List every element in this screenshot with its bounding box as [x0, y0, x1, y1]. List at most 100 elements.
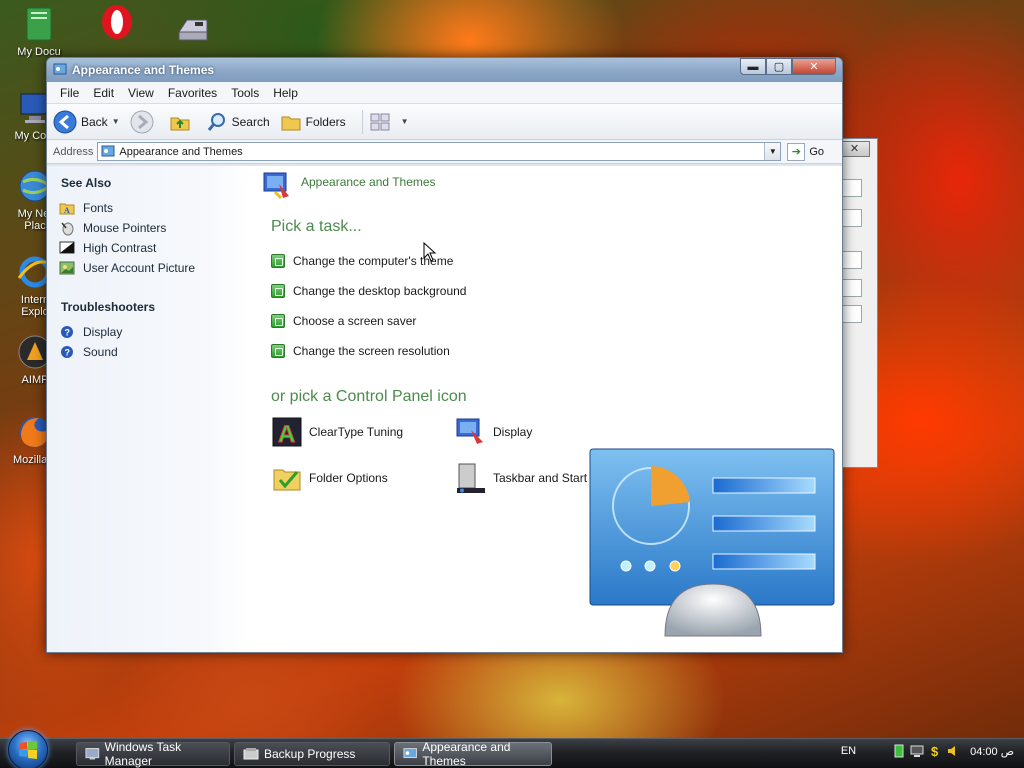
see-also-heading: See Also	[61, 176, 112, 190]
help-icon: ?	[59, 324, 75, 340]
system-tray: EN $ 04:00 ص	[841, 744, 1014, 758]
taskbar-button-appearance-themes[interactable]: Appearance and Themes	[394, 739, 552, 768]
see-also-user-account-picture[interactable]: User Account Picture	[59, 258, 249, 278]
clock[interactable]: 04:00 ص	[970, 745, 1014, 758]
svg-text:$: $	[931, 744, 939, 758]
dollar-sign-icon[interactable]: $	[928, 744, 942, 758]
battery-icon[interactable]	[892, 744, 906, 758]
window-title: Appearance and Themes	[72, 63, 215, 77]
troubleshooters-heading: Troubleshooters	[61, 300, 156, 314]
see-also-label: High Contrast	[83, 241, 157, 255]
task-change-background[interactable]: Change the desktop background	[271, 276, 842, 306]
see-also-mouse-pointers[interactable]: Mouse Pointers	[59, 218, 249, 238]
user-picture-icon	[59, 260, 75, 276]
taskbar-button-label: Appearance and Themes	[422, 739, 511, 768]
task-manager-icon	[85, 747, 100, 759]
troubleshooter-label: Sound	[83, 345, 118, 359]
close-icon[interactable]: ✕	[840, 141, 870, 157]
back-arrow-icon	[53, 110, 77, 133]
cp-icon-folder-options[interactable]: Folder Options	[271, 462, 455, 494]
folder-icon	[281, 116, 301, 130]
see-also-fonts[interactable]: A Fonts	[59, 198, 249, 218]
see-also-label: User Account Picture	[83, 261, 196, 275]
views-icon	[370, 113, 390, 130]
back-label: Back	[81, 114, 108, 129]
svg-text:?: ?	[65, 348, 71, 358]
menu-tools[interactable]: Tools	[224, 86, 266, 100]
folder-options-icon	[273, 469, 301, 491]
language-indicator[interactable]: EN	[841, 745, 856, 757]
taskbar-button-backup-progress[interactable]: Backup Progress	[234, 741, 390, 766]
desktop-icon-my-documents[interactable]: My Docu	[4, 4, 74, 58]
task-change-resolution[interactable]: Change the screen resolution	[271, 336, 842, 366]
cp-icon-label: Display	[493, 425, 533, 439]
title-bar[interactable]: Appearance and Themes ▬ ▢ ✕	[47, 58, 842, 82]
minimize-button[interactable]: ▬	[740, 58, 766, 75]
taskbar-button-label: Backup Progress	[264, 746, 356, 761]
up-folder-button[interactable]	[168, 110, 196, 134]
menu-edit[interactable]: Edit	[86, 86, 121, 100]
forward-arrow-icon	[130, 110, 154, 133]
menu-favorites[interactable]: Favorites	[161, 86, 224, 100]
high-contrast-icon	[59, 240, 75, 256]
cp-icon-cleartype[interactable]: A ClearType Tuning	[271, 416, 455, 448]
address-input[interactable]: Appearance and Themes ▼	[97, 142, 782, 161]
task-arrow-icon	[271, 344, 285, 358]
search-button[interactable]: Search	[206, 111, 270, 133]
search-label: Search	[231, 114, 270, 129]
address-dropdown-button[interactable]: ▼	[764, 143, 781, 160]
folders-button[interactable]: Folders	[280, 111, 346, 133]
see-also-label: Fonts	[83, 201, 114, 215]
taskbar: Windows Task Manager Backup Progress App…	[0, 729, 1024, 768]
task-arrow-icon	[271, 284, 285, 298]
maximize-icon: ▢	[773, 61, 785, 73]
see-also-list: A Fonts Mouse Pointers High Contrast Use…	[59, 198, 249, 278]
side-pane: See Also A Fonts Mouse Pointers High Con…	[47, 166, 249, 652]
cleartype-icon: A	[272, 417, 302, 448]
minimize-icon: ▬	[747, 60, 759, 73]
task-choose-screen-saver[interactable]: Choose a screen saver	[271, 306, 842, 336]
maximize-button[interactable]: ▢	[766, 58, 792, 75]
menu-bar: File Edit View Favorites Tools Help	[47, 82, 842, 104]
task-label: Change the desktop background	[293, 284, 467, 298]
chevron-down-icon[interactable]: ▼	[112, 117, 120, 126]
mouse-cursor-icon	[423, 242, 437, 262]
address-bar: Address Appearance and Themes ▼ ➔ Go	[47, 140, 842, 164]
see-also-high-contrast[interactable]: High Contrast	[59, 238, 249, 258]
cp-icon-label: Folder Options	[309, 471, 388, 485]
forward-button[interactable]	[130, 110, 158, 134]
background-window[interactable]: ✕	[840, 138, 878, 468]
desktop-icon-drive[interactable]	[158, 6, 228, 48]
volume-icon[interactable]	[946, 744, 960, 758]
svg-text:?: ?	[65, 328, 71, 338]
task-arrow-icon	[271, 314, 285, 328]
close-icon: ✕	[809, 61, 819, 73]
task-change-theme[interactable]: Change the computer's theme	[271, 246, 842, 276]
menu-view[interactable]: View	[121, 86, 161, 100]
menu-help[interactable]: Help	[266, 86, 305, 100]
task-arrow-icon	[271, 254, 285, 268]
background-field	[840, 179, 862, 197]
troubleshooter-display[interactable]: ? Display	[59, 322, 249, 342]
troubleshooter-label: Display	[83, 325, 123, 339]
menu-file[interactable]: File	[53, 86, 86, 100]
taskbar-button-task-manager[interactable]: Windows Task Manager	[76, 740, 230, 768]
go-button[interactable]: ➔ Go	[787, 142, 824, 161]
close-button[interactable]: ✕	[792, 58, 836, 75]
background-field	[840, 279, 862, 297]
desktop-icon-opera[interactable]	[82, 2, 152, 44]
control-panel-icon	[403, 747, 417, 758]
back-button[interactable]: Back ▼	[53, 110, 120, 134]
chevron-down-icon: ▼	[400, 117, 409, 126]
drive-icon	[178, 19, 208, 41]
go-arrow-icon: ➔	[787, 142, 806, 161]
control-panel-icon	[53, 63, 67, 75]
views-button[interactable]: ▼	[369, 111, 409, 133]
troubleshooter-sound[interactable]: ? Sound	[59, 342, 249, 362]
svg-text:A: A	[64, 206, 70, 215]
start-button[interactable]	[8, 729, 48, 768]
svg-text:A: A	[278, 421, 295, 448]
network-status-icon[interactable]	[910, 744, 924, 758]
search-icon	[207, 112, 225, 131]
cp-icon-display[interactable]: Display	[455, 416, 639, 448]
